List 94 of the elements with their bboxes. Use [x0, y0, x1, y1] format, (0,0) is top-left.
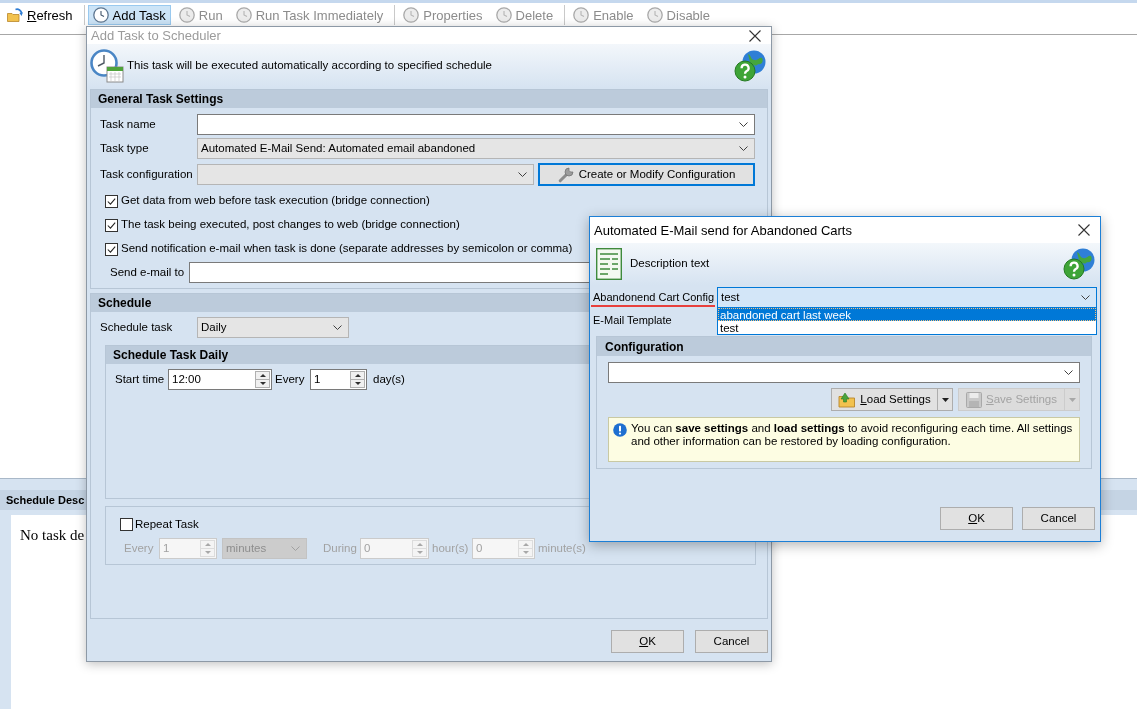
chevron-down-icon	[291, 546, 300, 552]
caret-down-icon	[1068, 397, 1076, 402]
section-title: Configuration	[605, 338, 684, 356]
down-triangle-icon	[416, 551, 423, 555]
up-triangle-icon	[354, 374, 361, 377]
create-configuration-button[interactable]: Create or Modify Configuration	[538, 163, 755, 186]
circle-icon	[495, 7, 512, 23]
close-button[interactable]	[1077, 223, 1091, 237]
window-title: Add Task to Scheduler	[91, 28, 221, 43]
dropdown-option[interactable]: abandoned cart last week	[718, 308, 1096, 321]
caret-down-icon	[941, 397, 949, 402]
wrench-icon	[557, 166, 574, 183]
clock-icon	[92, 7, 109, 23]
checkmark-icon	[107, 197, 116, 205]
folder-icon	[838, 391, 857, 408]
field-label: Every	[124, 541, 155, 557]
toolbar-button[interactable]: Add Task	[87, 5, 171, 25]
chevron-down-icon	[739, 122, 748, 127]
chevron-down-icon	[333, 325, 342, 330]
checkbox-label[interactable]: Repeat Task	[135, 516, 199, 534]
combo-box[interactable]	[197, 114, 755, 135]
info-text: You can save settings and load settings to avoid reconfiguring each time. All settings and other information can be restored by loading configuration.	[631, 422, 1073, 448]
checkbox[interactable]	[105, 242, 118, 256]
field-label: Task configuration	[100, 166, 194, 182]
checkbox-label[interactable]: Get data from web before task execution (bridge connection)	[121, 192, 430, 210]
checkbox[interactable]	[120, 518, 133, 532]
up-triangle-icon	[259, 374, 266, 377]
spin-up-button[interactable]	[255, 371, 270, 380]
up-triangle-icon	[204, 543, 211, 547]
help-icon	[1063, 248, 1095, 280]
circle-icon	[403, 7, 420, 23]
spin-field[interactable]: 12:00	[168, 369, 272, 390]
chevron-down-icon	[1081, 295, 1090, 300]
intro-text: This task will be executed automatically according to specified schedule	[127, 58, 492, 74]
close-button[interactable]	[748, 28, 762, 43]
down-triangle-icon	[354, 382, 361, 385]
spin-up-button[interactable]	[350, 371, 365, 380]
field-label: minute(s)	[538, 541, 586, 557]
load-settings-button[interactable]: Load Settings	[831, 388, 938, 411]
down-triangle-icon	[522, 551, 529, 555]
field-label: Send e-mail to	[110, 264, 186, 280]
field-label: E-Mail Template	[593, 313, 672, 329]
field-label: Start time	[115, 371, 166, 387]
close-icon	[1078, 224, 1090, 236]
field-label: day(s)	[373, 371, 405, 387]
spin-down-button[interactable]	[350, 380, 365, 388]
panel-title: Schedule Desc	[6, 492, 85, 508]
field-label: Schedule task	[100, 319, 174, 335]
ok-button[interactable]: OK	[611, 630, 684, 653]
field-label: Every	[275, 371, 306, 387]
section-title: General Task Settings	[98, 91, 224, 108]
circle-icon	[646, 7, 663, 23]
configuration-combo[interactable]	[608, 362, 1080, 383]
up-triangle-icon	[416, 543, 423, 547]
cancel-button[interactable]: Cancel	[695, 630, 768, 653]
field-label: Task type	[100, 140, 150, 156]
field-label: During	[323, 541, 358, 557]
checkbox-label[interactable]: Send notification e-mail when task is done (separate addresses by semicolon or comma)	[121, 240, 573, 258]
description-label: Description text	[630, 256, 710, 272]
down-triangle-icon	[259, 382, 266, 385]
menu-arrow-button[interactable]	[938, 388, 953, 411]
checkmark-icon	[107, 245, 116, 253]
section-title: Schedule Task Daily	[113, 347, 229, 364]
clock-calendar-icon	[90, 49, 124, 83]
checkbox[interactable]	[105, 194, 118, 208]
chevron-down-icon	[1064, 370, 1073, 375]
circle-icon	[178, 7, 195, 23]
circle-icon	[235, 7, 252, 23]
window-title: Automated E-Mail send for Abandoned Carts	[594, 222, 852, 238]
field-label: Abandonend Cart Config	[593, 290, 715, 306]
chevron-down-icon	[518, 172, 527, 177]
combo-box[interactable]: Automated E-Mail Send: Automated email abandoned	[197, 138, 755, 159]
info-icon	[613, 423, 627, 437]
close-icon	[749, 29, 761, 42]
help-icon	[734, 50, 766, 82]
circle-icon	[573, 7, 590, 23]
refresh-icon	[7, 7, 23, 23]
description-text: No task de	[20, 527, 85, 543]
checkmark-icon	[107, 221, 116, 229]
spin-down-button[interactable]	[255, 380, 270, 388]
field-label: Task name	[100, 116, 157, 132]
checkbox[interactable]	[105, 218, 118, 232]
spin-field[interactable]: 1	[310, 369, 367, 390]
down-triangle-icon	[204, 551, 211, 555]
combo-box[interactable]: Daily	[197, 317, 349, 338]
chevron-down-icon	[739, 146, 748, 151]
combo-box[interactable]: test	[717, 287, 1097, 308]
document-icon	[596, 248, 622, 280]
ok-button[interactable]: OK	[940, 507, 1013, 530]
cancel-button[interactable]: Cancel	[1022, 507, 1095, 530]
section-title: Schedule	[98, 295, 152, 312]
up-triangle-icon	[522, 543, 529, 547]
field-label: hour(s)	[432, 541, 470, 557]
checkbox-label[interactable]: The task being executed, post changes to web (bridge connection)	[121, 216, 460, 234]
